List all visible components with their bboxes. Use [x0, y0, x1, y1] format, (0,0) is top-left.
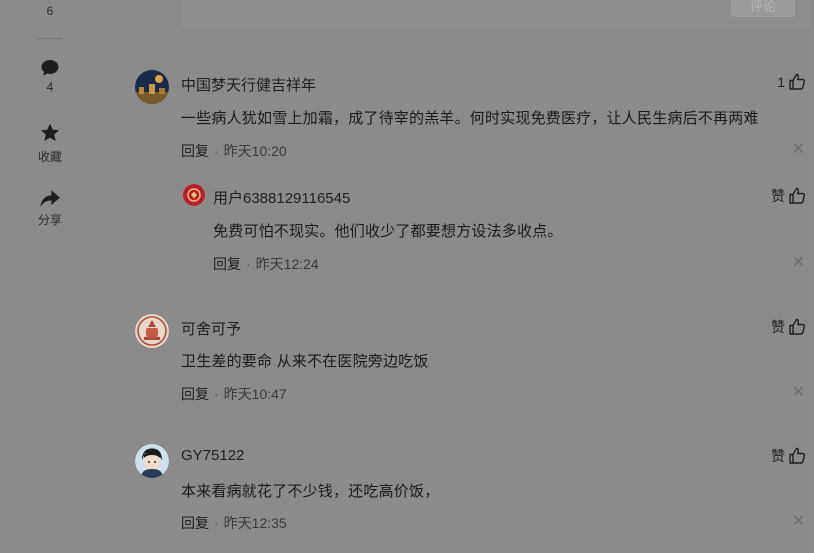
comment-input[interactable]: 评论: [181, 0, 811, 31]
timestamp: 昨天12:24: [255, 256, 319, 272]
comment-meta: 回复 · 昨天10:47: [181, 384, 287, 404]
top-count: 6: [46, 4, 54, 18]
comment-text: 免费可怕不现实。他们收少了都要想方设法多收点。: [213, 223, 563, 240]
favorite-button[interactable]: 收藏: [0, 122, 100, 165]
comment-icon: [0, 58, 100, 78]
rail-top-count: 6: [0, 4, 100, 18]
separator-dot: ·: [246, 256, 251, 272]
timestamp: 昨天10:20: [223, 143, 287, 159]
like-label: 赞: [771, 188, 785, 204]
reply-link[interactable]: 回复: [181, 143, 209, 159]
username[interactable]: GY75122: [181, 447, 244, 464]
comment-meta: 回复 · 昨天10:20: [181, 141, 287, 161]
favorite-label: 收藏: [37, 150, 62, 164]
avatar[interactable]: [135, 444, 169, 478]
username[interactable]: 中国梦天行健吉祥年: [181, 74, 316, 95]
rail-divider: [37, 38, 63, 39]
comment-text: 本来看病就花了不少钱，还吃高价饭，: [181, 483, 440, 500]
star-icon: [0, 122, 100, 144]
reply-link[interactable]: 回复: [213, 256, 241, 272]
thumbs-up-icon: [788, 73, 806, 91]
reply-link[interactable]: 回复: [181, 386, 209, 402]
separator-dot: ·: [214, 386, 219, 402]
reply-link[interactable]: 回复: [181, 515, 209, 531]
thumbs-up-icon: [788, 318, 806, 336]
like-label: 赞: [771, 319, 785, 335]
comment-meta: 回复 · 昨天12:24: [213, 254, 319, 274]
share-label: 分享: [37, 213, 62, 227]
separator-dot: ·: [214, 515, 219, 531]
avatar[interactable]: [135, 314, 169, 348]
avatar[interactable]: [135, 70, 169, 104]
comment-count: 4: [46, 80, 54, 94]
thumbs-up-icon: [788, 187, 806, 205]
close-icon[interactable]: ✕: [792, 255, 805, 271]
like-button[interactable]: 1: [777, 73, 806, 91]
like-button[interactable]: 赞: [771, 317, 806, 337]
separator-dot: ·: [214, 143, 219, 159]
share-icon: [0, 189, 100, 209]
share-button[interactable]: 分享: [0, 189, 100, 228]
close-icon[interactable]: ✕: [792, 514, 805, 530]
submit-button[interactable]: 评论: [731, 0, 795, 17]
timestamp: 昨天10:47: [223, 386, 287, 402]
username[interactable]: 可舍可予: [181, 318, 241, 339]
close-icon[interactable]: ✕: [792, 142, 805, 158]
action-rail: 6 4 收藏 分享: [0, 0, 100, 553]
comment-text: 一些病人犹如雪上加霜，成了待宰的羔羊。何时实现免费医疗，让人民生病后不再两难: [181, 110, 759, 127]
thumbs-up-icon: [788, 447, 806, 465]
like-label: 赞: [771, 448, 785, 464]
timestamp: 昨天12:35: [223, 515, 287, 531]
username[interactable]: 用户6388129116545: [213, 187, 350, 208]
like-count: 1: [777, 74, 785, 90]
close-icon[interactable]: ✕: [792, 385, 805, 401]
like-button[interactable]: 赞: [771, 186, 806, 206]
comment-meta: 回复 · 昨天12:35: [181, 513, 287, 533]
comment-text: 卫生差的要命 从来不在医院旁边吃饭: [181, 353, 429, 370]
like-button[interactable]: 赞: [771, 446, 806, 466]
comment-button[interactable]: 4: [0, 58, 100, 94]
avatar[interactable]: [183, 184, 205, 206]
